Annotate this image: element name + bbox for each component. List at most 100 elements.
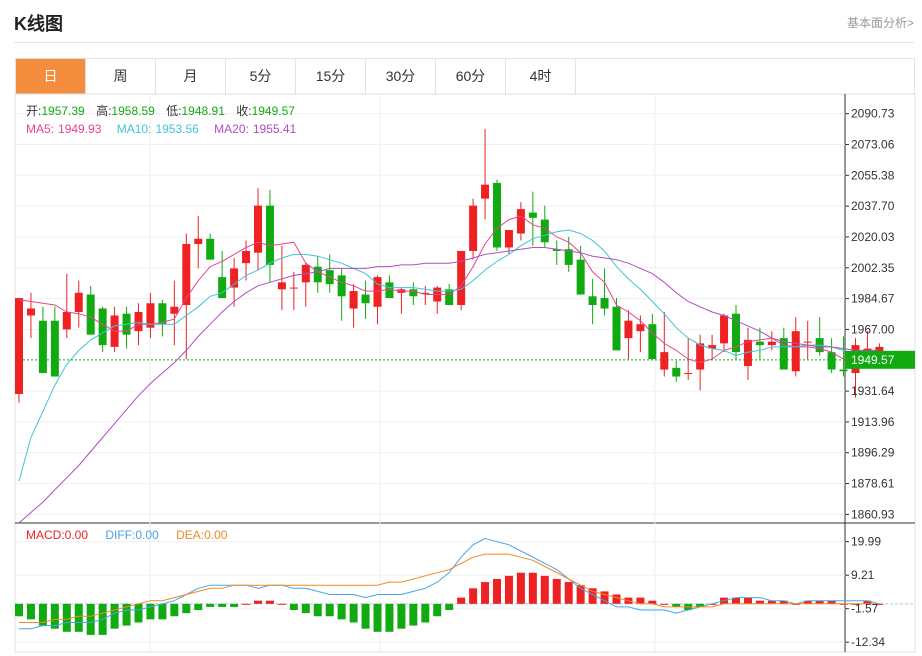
macd-tick-label: 9.21 <box>851 568 875 582</box>
candle-body <box>98 308 107 346</box>
candle-body <box>624 320 633 339</box>
macd-bar <box>385 603 394 632</box>
candle-body <box>182 243 191 306</box>
candle-body <box>277 282 286 290</box>
macd-bar <box>158 603 167 620</box>
macd-bar <box>74 603 83 632</box>
price-tick-label: 1931.64 <box>851 384 895 398</box>
macd-bar <box>433 603 442 617</box>
macd-bar <box>110 603 119 629</box>
candle-body <box>134 311 143 332</box>
candle-body <box>254 205 262 253</box>
price-tick-label: 2002.35 <box>851 261 895 275</box>
macd-bar <box>325 603 334 617</box>
price-tick-label: 2055.38 <box>851 168 895 182</box>
price-tick-label: 1913.96 <box>851 415 895 429</box>
macd-tick-label: 19.99 <box>851 535 881 549</box>
candle-body <box>15 298 23 394</box>
macd-bar <box>62 603 71 632</box>
candle-body <box>803 341 812 343</box>
candle-body <box>672 367 681 377</box>
macd-bar <box>373 603 382 632</box>
candle-body <box>86 294 95 335</box>
candle-body <box>50 320 59 377</box>
moving-averages <box>18 215 880 524</box>
candle-body <box>313 266 322 283</box>
macd-bar <box>194 603 203 611</box>
macd-bar <box>170 603 179 617</box>
macd-bar <box>86 603 95 635</box>
chart-grid <box>15 94 845 652</box>
ma-info: MA5: 1949.93 MA10: 1953.56 MA20: 1955.41 <box>26 122 297 136</box>
macd-bar <box>254 600 262 604</box>
candle-body <box>481 184 490 199</box>
candle-body <box>696 343 705 370</box>
macd-tick-label: -1.57 <box>851 602 879 616</box>
macd-bar <box>265 600 274 604</box>
macd-bar <box>313 603 322 617</box>
candle-body <box>445 289 454 306</box>
macd-bar <box>301 603 310 614</box>
macd-bar <box>397 603 406 629</box>
candle-body <box>504 230 513 248</box>
candle-body <box>839 369 848 372</box>
candle-body <box>576 259 585 295</box>
macd-bar <box>516 572 525 604</box>
candle-body <box>194 238 203 244</box>
price-tick-label: 2090.73 <box>851 107 895 121</box>
macd-bar <box>182 603 191 614</box>
macd-tick-label: -12.34 <box>851 635 885 649</box>
price-tick-label: 1860.93 <box>851 507 895 521</box>
candle-body <box>206 238 215 260</box>
macd-bar <box>134 603 143 623</box>
macd-bar <box>289 603 298 611</box>
candle-body <box>660 352 669 370</box>
candle-body <box>218 277 227 299</box>
macd-bar <box>445 603 454 611</box>
candle-body <box>493 182 501 248</box>
macd-bar <box>349 603 358 623</box>
last-price-label: 1949.57 <box>851 353 895 367</box>
candle-body <box>469 205 478 251</box>
price-tick-label: 2073.06 <box>851 137 895 151</box>
macd-bar <box>528 572 537 604</box>
macd-bar <box>26 603 35 620</box>
candle-body <box>588 296 597 306</box>
price-tick-label: 1896.29 <box>851 446 895 460</box>
macd-bar <box>242 603 251 605</box>
price-tick-label: 1878.61 <box>851 477 895 491</box>
candle-body <box>361 294 370 304</box>
candle-body <box>791 331 800 372</box>
candle-body <box>457 250 466 306</box>
candle-body <box>26 308 35 316</box>
macd-bar <box>15 603 23 617</box>
candle-body <box>600 298 609 309</box>
macd-bar <box>660 603 669 605</box>
macd-bar <box>469 588 478 604</box>
candle-body <box>767 341 776 346</box>
kline-chart[interactable]: 2090.73 2073.06 2055.38 2037.70 2020.03 2002.… <box>0 0 922 656</box>
candle-body <box>337 275 346 297</box>
macd-bar <box>540 575 549 604</box>
candles <box>15 128 884 403</box>
candle-body <box>528 212 537 218</box>
candle-body <box>409 289 418 297</box>
candle-body <box>636 324 645 332</box>
candle-body <box>827 352 836 370</box>
candle-body <box>289 287 298 289</box>
macd-bar <box>277 603 286 605</box>
candle-body <box>684 373 693 375</box>
macd-bar <box>457 597 466 604</box>
candle-body <box>755 341 764 346</box>
price-tick-label: 2037.70 <box>851 199 895 213</box>
macd-bar <box>504 575 513 604</box>
candle-body <box>349 291 358 309</box>
macd-info: MACD:0.00 DIFF:0.00 DEA:0.00 <box>26 528 228 542</box>
candle-body <box>170 306 179 314</box>
ohlc-info: 开:1957.39 高:1958.59 低:1948.91 收:1949.57 <box>26 103 295 118</box>
candle-body <box>612 306 621 351</box>
price-tick-label: 1984.67 <box>851 292 895 306</box>
macd-bar <box>493 578 501 604</box>
price-tick-label: 1967.00 <box>851 322 895 336</box>
candle-body <box>158 303 167 325</box>
